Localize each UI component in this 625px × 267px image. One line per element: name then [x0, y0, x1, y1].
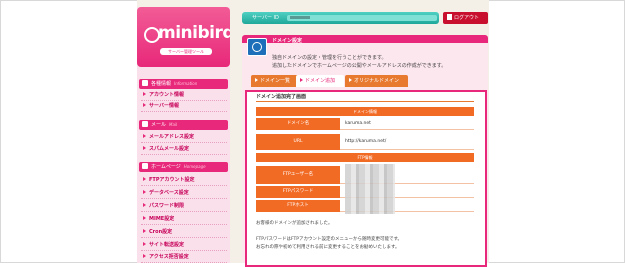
- domain-info-header: ドメイン情報: [256, 107, 474, 116]
- sidebar-section-homepage: ホームページ Homepage: [139, 162, 228, 172]
- arrow-icon: [143, 203, 146, 207]
- arrow-icon: [143, 134, 146, 138]
- tab-original-domain[interactable]: オリジナルドメイン: [345, 75, 408, 87]
- url-value: http://karuma.net/: [340, 134, 474, 150]
- arrow-icon: [143, 190, 146, 194]
- home-icon: [142, 163, 148, 169]
- arrow-icon: [143, 229, 146, 233]
- redacted-ftp-credentials: [345, 164, 395, 214]
- url-label: URL: [256, 134, 340, 150]
- ftp-password-note-1: FTPパスワードはFTPアカウント設定のメニューから随時変更可能です。: [256, 237, 402, 242]
- arrow-icon: [143, 216, 146, 220]
- arrow-icon: [143, 254, 146, 258]
- domain-name-label: ドメイン名: [256, 118, 340, 130]
- sidebar-item-spam-mail[interactable]: スパムメール設定: [141, 145, 227, 155]
- arrow-icon: [143, 103, 146, 107]
- info-icon: [142, 80, 148, 86]
- arrow-icon: [255, 78, 258, 82]
- arrow-icon: [349, 78, 352, 82]
- sidebar-item-access-deny[interactable]: アクセス拒否設定: [141, 253, 227, 263]
- domain-name-value: karuma.net: [340, 118, 474, 130]
- sidebar-section-mail: メール Mail: [139, 120, 228, 130]
- logo-subtitle: サーバー管理ツール: [160, 48, 212, 55]
- ftp-user-label: FTPユーザー名: [256, 166, 340, 184]
- sidebar-item-ftp-account[interactable]: FTPアカウント設定: [141, 176, 227, 186]
- sidebar-item-database[interactable]: データベース設定: [141, 189, 227, 199]
- ftp-password-label: FTPパスワード: [256, 186, 340, 198]
- server-id-label: サーバー ID: [252, 15, 279, 21]
- sidebar-item-mail-address[interactable]: メールアドレス設定: [141, 133, 227, 143]
- tab-domain-add[interactable]: ドメイン追加: [296, 75, 344, 87]
- panel-description-1: 独自ドメインの設定・管理を行うことができます。: [272, 55, 387, 61]
- arrow-icon: [143, 177, 146, 181]
- sidebar-section-info: 各種情報 Information: [139, 79, 228, 89]
- logout-button[interactable]: ログアウト: [443, 12, 488, 24]
- sidebar-item-server-info[interactable]: サーバー情報: [141, 102, 227, 112]
- sidebar-item-account-info[interactable]: アカウント情報: [141, 91, 227, 101]
- arrow-icon: [143, 92, 146, 96]
- ftp-password-note-2: お忘れの際や初めて利用される前に変更することをお勧めいたします。: [256, 245, 400, 250]
- arrow-icon: [143, 242, 146, 246]
- server-id-value-redacted: [287, 15, 437, 21]
- sidebar-item-password-limit[interactable]: パスワード制限: [141, 202, 227, 212]
- ftp-info-header: FTP情報: [256, 153, 474, 162]
- result-title-divider: [256, 101, 474, 102]
- logout-icon: [447, 14, 452, 20]
- panel-description-2: 追加したドメインでホームページの公開やメールアドレスの作成ができます。: [272, 63, 447, 69]
- domain-icon: [247, 38, 267, 56]
- server-id-bar: サーバー ID: [242, 12, 439, 24]
- arrow-icon: [300, 78, 303, 82]
- added-notice: お客様のドメインが追加されました。: [256, 221, 333, 226]
- mail-icon: [142, 121, 148, 127]
- ftp-host-label: FTPホスト: [256, 200, 340, 212]
- sidebar-item-cron[interactable]: Cron設定: [141, 228, 227, 238]
- sidebar-item-site-redirect[interactable]: サイト転送設定: [141, 241, 227, 251]
- tab-domain-list[interactable]: ドメイン一覧: [251, 75, 299, 87]
- logo-name: minibird: [158, 23, 230, 43]
- arrow-icon: [143, 146, 146, 150]
- sidebar-item-mime[interactable]: MIME設定: [141, 215, 227, 225]
- page-title: ドメイン設定: [272, 38, 303, 44]
- result-title: ドメイン追加完了画面: [256, 94, 307, 100]
- logo[interactable]: minibird サーバー管理ツール: [137, 7, 230, 67]
